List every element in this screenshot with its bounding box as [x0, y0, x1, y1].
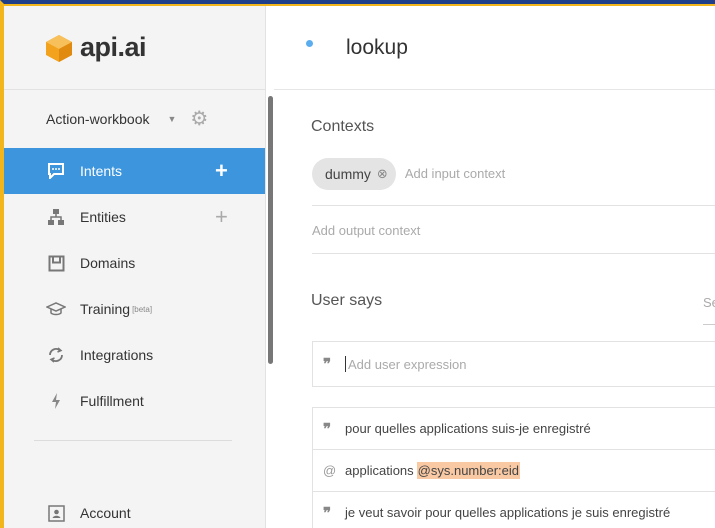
- lightning-icon: [46, 392, 66, 410]
- contexts-title: Contexts: [311, 118, 375, 135]
- context-chip[interactable]: dummy ⊗: [312, 158, 396, 190]
- parameter-highlight[interactable]: @sys.number:eid: [416, 462, 521, 479]
- text-cursor: [345, 356, 346, 372]
- sidebar-item-label: Intents: [80, 163, 123, 179]
- user-says-title: User says: [311, 292, 383, 309]
- beta-badge: [beta]: [132, 304, 153, 314]
- sidebar: api.ai Action-workbook ▼ ⚙ Intents + Ent…: [4, 6, 266, 528]
- input-context-placeholder[interactable]: Add input context: [405, 158, 505, 190]
- search-input[interactable]: Se: [703, 295, 715, 310]
- chat-icon: [46, 163, 66, 179]
- expression-text[interactable]: applications: [345, 463, 414, 478]
- sidebar-account: Account: [4, 490, 266, 528]
- sidebar-item-training[interactable]: Training [beta]: [4, 286, 265, 332]
- sidebar-item-fulfillment[interactable]: Fulfillment: [4, 378, 265, 424]
- expression-text[interactable]: je veut savoir pour quelles applications…: [345, 505, 670, 520]
- expression-list: ❞ pour quelles applications suis-je enre…: [312, 407, 715, 528]
- sidebar-item-account[interactable]: Account: [4, 490, 266, 528]
- remove-chip-icon[interactable]: ⊗: [377, 166, 388, 182]
- add-entity-icon[interactable]: +: [215, 206, 228, 228]
- sidebar-item-domains[interactable]: Domains: [4, 240, 265, 286]
- input-context-field[interactable]: dummy ⊗ Add input context: [312, 158, 715, 206]
- quote-icon: ❞: [323, 355, 332, 373]
- app-frame: api.ai Action-workbook ▼ ⚙ Intents + Ent…: [0, 0, 715, 528]
- sidebar-item-intents[interactable]: Intents +: [4, 148, 265, 194]
- sidebar-item-label: Domains: [80, 255, 136, 271]
- at-icon[interactable]: @: [323, 463, 345, 478]
- quote-icon[interactable]: ❞: [323, 504, 345, 522]
- logo-icon: [46, 34, 72, 62]
- hierarchy-icon: [46, 208, 66, 226]
- agent-selector[interactable]: Action-workbook ▼ ⚙: [4, 90, 265, 148]
- context-chip-label: dummy: [325, 166, 371, 182]
- search-underline: [703, 324, 715, 325]
- box-icon: [46, 255, 66, 272]
- gear-icon[interactable]: ⚙: [190, 109, 208, 129]
- sync-icon: [46, 346, 66, 364]
- intent-header: lookup: [274, 6, 715, 90]
- sidebar-divider: [34, 440, 232, 441]
- sidebar-scrollbar[interactable]: [268, 96, 273, 364]
- list-item[interactable]: ❞ pour quelles applications suis-je enre…: [313, 408, 715, 450]
- add-intent-icon[interactable]: +: [215, 160, 228, 182]
- sidebar-item-label: Integrations: [80, 347, 154, 363]
- quote-icon[interactable]: ❞: [323, 420, 345, 438]
- agent-name: Action-workbook: [46, 111, 150, 127]
- sidebar-item-label: Account: [80, 505, 131, 521]
- sidebar-item-label: Fulfillment: [80, 393, 144, 409]
- add-expression-input[interactable]: ❞ Add user expression: [312, 341, 715, 387]
- logo[interactable]: api.ai: [4, 6, 265, 90]
- sidebar-item-integrations[interactable]: Integrations: [4, 332, 265, 378]
- output-context-field[interactable]: Add output context: [312, 207, 715, 254]
- intent-editor: lookup Contexts dummy ⊗ Add input contex…: [274, 6, 715, 528]
- list-item[interactable]: @ applications @sys.number:eid: [313, 450, 715, 492]
- status-dot-icon: [306, 40, 313, 47]
- expression-text[interactable]: pour quelles applications suis-je enregi…: [345, 421, 591, 436]
- account-icon: [46, 504, 66, 522]
- intent-name[interactable]: lookup: [346, 36, 408, 60]
- list-item[interactable]: ❞ je veut savoir pour quelles applicatio…: [313, 492, 715, 528]
- sidebar-item-label: Entities: [80, 209, 126, 225]
- sidebar-item-entities[interactable]: Entities +: [4, 194, 265, 240]
- logo-text: api.ai: [80, 32, 147, 62]
- graduation-cap-icon: [46, 301, 66, 317]
- add-expression-placeholder: Add user expression: [348, 356, 467, 372]
- output-context-placeholder[interactable]: Add output context: [312, 223, 420, 238]
- sidebar-item-label: Training: [80, 301, 131, 317]
- caret-down-icon[interactable]: ▼: [168, 114, 177, 124]
